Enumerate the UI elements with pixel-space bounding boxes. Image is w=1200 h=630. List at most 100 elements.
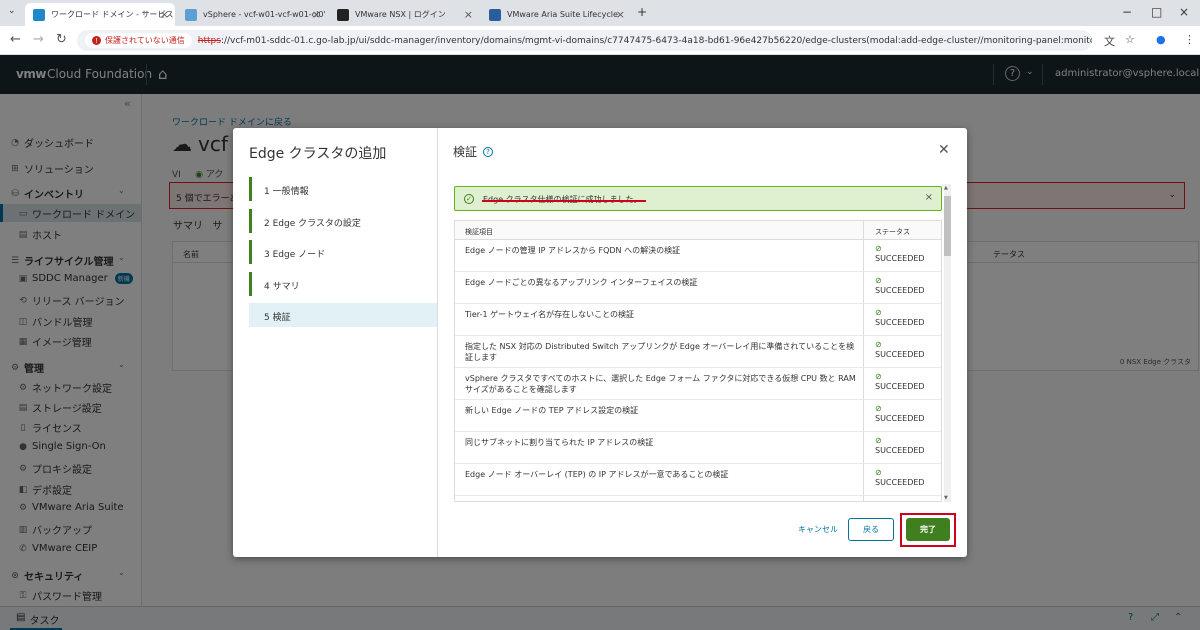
validation-item: Edge ノード オーバーレイ (TEP) の IP アドレスが一意であることの… (465, 470, 729, 479)
status-text: SUCCEEDED (875, 286, 925, 295)
new-tab-icon[interactable]: + (637, 5, 647, 19)
status-text: SUCCEEDED (875, 414, 925, 423)
tab-title: VMware NSX | ログイン (355, 10, 446, 19)
validation-item: 同じサブネットに割り当てられた IP アドレスの検証 (465, 438, 654, 447)
close-icon[interactable]: ✕ (938, 142, 950, 158)
url-field[interactable]: ! 保護されていない通信 https ://vcf-m01-sddc-01.c.… (77, 30, 1092, 51)
aria-icon (489, 8, 501, 21)
info-icon[interactable]: ? (483, 146, 494, 157)
step-general-info[interactable]: 1 一般情報 (249, 177, 437, 201)
validation-table: 検証項目 ステータス Edge ノードの管理 IP アドレスから FQDN への… (454, 220, 942, 502)
vsphere-icon (185, 8, 197, 21)
row-status: ⊘ SUCCEEDED (875, 244, 925, 264)
section-title-text: 検証 (453, 145, 478, 159)
wizard-steps: Edge クラスタの追加 1 一般情報 2 Edge クラスタの設定 3 Edg… (233, 128, 438, 557)
annotation-underline (482, 200, 646, 202)
table-scrollbar[interactable]: ▲ ▼ (944, 184, 951, 502)
back-arrow-icon[interactable]: ← (10, 32, 21, 47)
table-row: Tier-1 ゲートウェイ名が存在しないことの検証 ⊘ SUCCEEDED (455, 304, 941, 336)
status-text: SUCCEEDED (875, 446, 925, 455)
check-circle-icon: ⊘ (875, 308, 882, 317)
table-row: 指定した NSX 対応の Distributed Switch アップリンクが … (455, 336, 941, 368)
status-text: SUCCEEDED (875, 382, 925, 391)
check-circle-icon: ⊘ (875, 372, 882, 381)
browser-tab-1[interactable]: vSphere - vcf-w01-vcf-w01-cl0' × (177, 3, 327, 26)
row-status: ⊘ SUCCEEDED (875, 372, 925, 392)
row-status: ⊘ SUCCEEDED (875, 468, 925, 488)
forward-arrow-icon[interactable]: → (33, 32, 44, 47)
status-text: SUCCEEDED (875, 318, 925, 327)
validation-item: 指定した NSX 対応の Distributed Switch アップリンクが … (465, 342, 855, 362)
security-label: 保護されていない通信 (105, 36, 185, 45)
table-row: 新しい Edge ノードの TEP アドレス設定の検証 ⊘ SUCCEEDED (455, 400, 941, 432)
row-status: ⊘ SUCCEEDED (875, 340, 925, 360)
validation-item: 新しい Edge ノードの TEP アドレス設定の検証 (465, 406, 639, 415)
check-circle-icon: ⊘ (875, 340, 882, 349)
check-circle-icon: ⊘ (875, 468, 882, 477)
step-validation[interactable]: 5 検証 (249, 303, 437, 327)
row-status: ⊘ SUCCEEDED (875, 436, 925, 456)
scroll-up-icon[interactable]: ▲ (944, 185, 948, 191)
tab-title: ワークロード ドメイン - サービス (51, 10, 174, 19)
security-chip[interactable]: ! 保護されていない通信 (85, 33, 192, 48)
wizard-title: Edge クラスタの追加 (249, 146, 387, 162)
reload-icon[interactable]: ↻ (56, 32, 67, 47)
browser-tab-bar: ⌄ ワークロード ドメイン - サービス × vSphere - vcf-w01… (0, 0, 1200, 26)
tab-close-icon[interactable]: × (464, 8, 473, 21)
annotation-highlight-box (900, 513, 956, 547)
status-text: SUCCEEDED (875, 350, 925, 359)
tab-title: VMware Aria Suite Lifecycle (507, 10, 618, 19)
col-validation-item: 検証項目 (465, 228, 493, 236)
back-button[interactable]: 戻る (848, 518, 894, 541)
row-status: ⊘ SUCCEEDED (875, 276, 925, 296)
table-row: Edge ノードごとの異なるアップリンク インターフェイスの検証 ⊘ SUCCEED… (455, 272, 941, 304)
validation-item: Edge ノードの管理 IP アドレスから FQDN への解決の検証 (465, 246, 681, 255)
validation-item: vSphere クラスタですべてのホストに、選択した Edge フォーム ファク… (465, 374, 856, 394)
url-text: ://vcf-m01-sddc-01.c.go-lab.jp/ui/sddc-m… (220, 35, 1092, 46)
check-circle-icon: ⊘ (875, 404, 882, 413)
table-row: vSphere クラスタですべてのホストに、選択した Edge フォーム ファク… (455, 368, 941, 400)
minimize-icon[interactable]: − (1122, 5, 1132, 19)
check-circle-icon: ⊘ (875, 276, 882, 285)
validation-table-header: 検証項目 ステータス (455, 221, 941, 240)
scroll-thumb[interactable] (944, 196, 951, 256)
section-title: 検証? (453, 143, 494, 160)
step-edge-nodes[interactable]: 3 Edge ノード (249, 240, 437, 264)
close-window-icon[interactable]: × (1179, 5, 1189, 19)
profile-icon[interactable]: ● (1156, 33, 1166, 46)
validation-item: Tier-1 ゲートウェイ名が存在しないことの検証 (465, 310, 635, 319)
cancel-button[interactable]: キャンセル (788, 518, 848, 541)
step-summary[interactable]: 4 サマリ (249, 272, 437, 296)
table-row: 同じサブネットに割り当てられた IP アドレスの検証 ⊘ SUCCEEDED (455, 432, 941, 464)
table-row: Edge ノードの管理 IP アドレスから FQDN への解決の検証 ⊘ SUCCE… (455, 240, 941, 272)
tab-close-icon[interactable]: × (160, 8, 169, 21)
address-bar: ← → ↻ ! 保護されていない通信 https ://vcf-m01-sddc… (0, 26, 1200, 55)
check-circle-icon: ⊘ (875, 436, 882, 445)
url-scheme: https (197, 35, 221, 46)
step-edge-cluster-settings[interactable]: 2 Edge クラスタの設定 (249, 209, 437, 233)
menu-icon[interactable]: ⋮ (1184, 33, 1195, 46)
row-status: ⊘ SUCCEEDED (875, 308, 925, 328)
scroll-down-icon[interactable]: ▼ (944, 495, 948, 501)
tab-search-icon[interactable]: ⌄ (8, 6, 16, 16)
alert-close-icon[interactable]: × (925, 192, 933, 203)
browser-tab-0[interactable]: ワークロード ドメイン - サービス × (25, 3, 175, 26)
validation-item: Edge ノードごとの異なるアップリンク インターフェイスの検証 (465, 278, 698, 287)
row-status: ⊘ SUCCEEDED (875, 404, 925, 424)
tab-close-icon[interactable]: × (616, 8, 625, 21)
star-icon[interactable]: ☆ (1125, 33, 1135, 46)
nsx-icon (337, 8, 349, 21)
maximize-icon[interactable]: □ (1151, 5, 1162, 19)
check-circle-icon: ⊘ (875, 244, 882, 253)
success-alert: ✓ Edge クラスタ仕様の検証に成功しました。 × (454, 186, 942, 211)
warning-icon: ! (92, 36, 101, 45)
browser-tab-2[interactable]: VMware NSX | ログイン × (329, 3, 479, 26)
wizard-content: 検証? ✕ ✓ Edge クラスタ仕様の検証に成功しました。 × 検証項目 ステ… (438, 128, 967, 557)
browser-tab-3[interactable]: VMware Aria Suite Lifecycle × (481, 3, 631, 26)
translate-icon[interactable]: 文 (1104, 33, 1115, 49)
status-text: SUCCEEDED (875, 254, 925, 263)
tab-close-icon[interactable]: × (312, 8, 321, 21)
table-row: Edge ノード オーバーレイ (TEP) の IP アドレスが一意であることの… (455, 464, 941, 496)
tab-title: vSphere - vcf-w01-vcf-w01-cl0' (203, 10, 326, 19)
check-circle-icon: ✓ (464, 194, 474, 204)
